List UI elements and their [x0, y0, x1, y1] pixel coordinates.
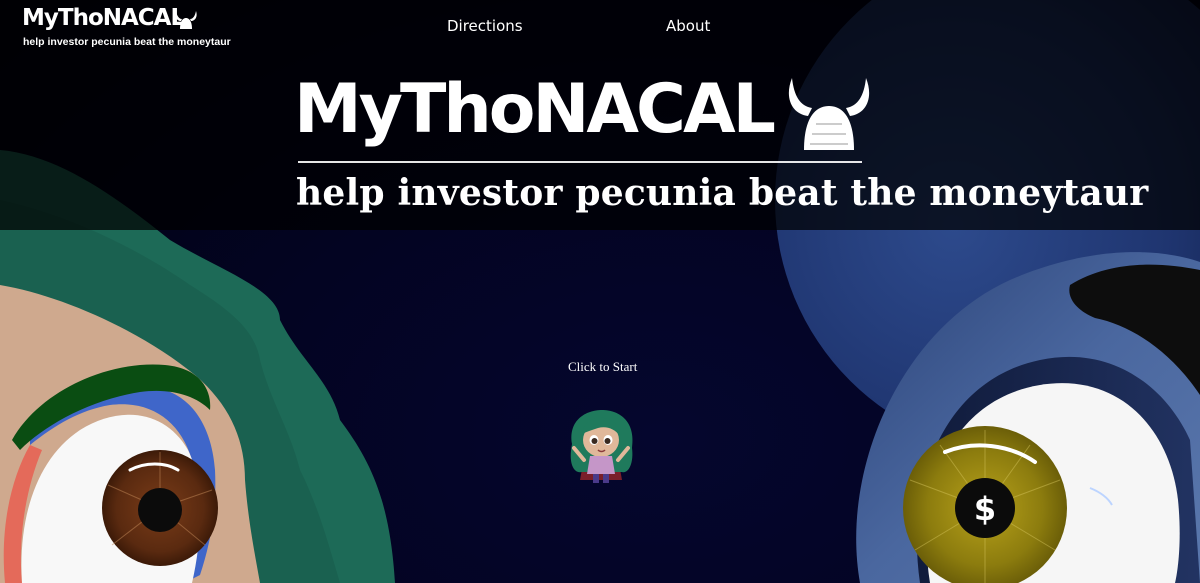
viking-helmet-icon: [788, 78, 870, 150]
helmet-icon: [175, 11, 197, 29]
dollar-pupil-icon: $: [974, 490, 996, 528]
game-stage: $ MyThoNACAL help investor pecunia beat …: [0, 0, 1200, 583]
nav-directions-link[interactable]: Directions: [447, 16, 523, 36]
pecunia-character[interactable]: [562, 408, 640, 488]
hero-logo-word: MyThoNACAL: [294, 70, 776, 149]
click-to-start-button[interactable]: Click to Start: [568, 359, 637, 375]
small-logo[interactable]: MyThoNACAL help investor pecunia beat th…: [22, 5, 231, 49]
nav-about-link[interactable]: About: [666, 16, 710, 36]
small-logo-tagline: help investor pecunia beat the moneytaur: [23, 36, 231, 48]
small-logo-word: MyThoNACAL: [22, 5, 185, 31]
hero-tagline: help investor pecunia beat the moneytaur: [296, 172, 1149, 214]
hero-divider: [298, 161, 862, 163]
hero-logo: MyThoNACAL: [294, 70, 884, 170]
